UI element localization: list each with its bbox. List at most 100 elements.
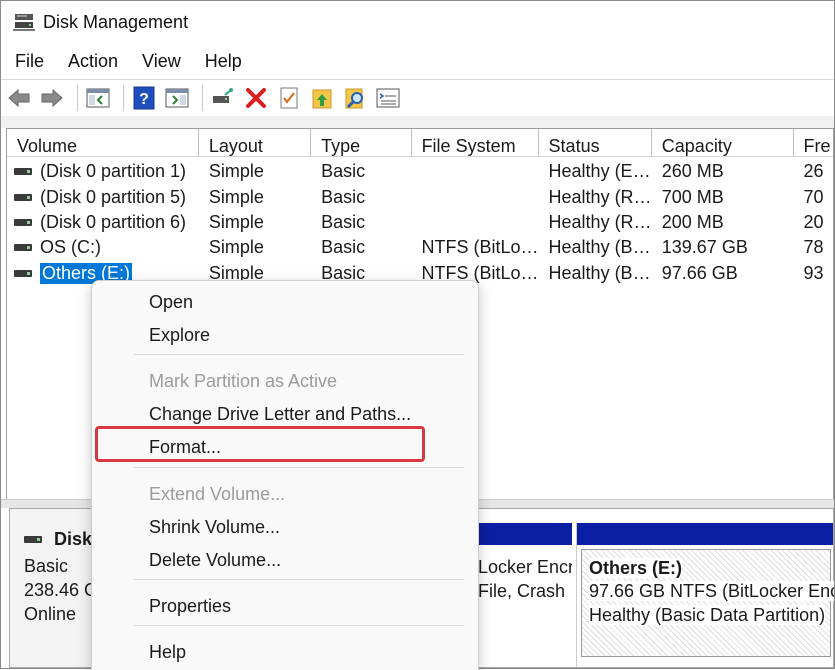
column-header-volume[interactable]: Volume [7,129,199,157]
partition-title: Others (E:) [589,558,683,578]
menu-separator [134,625,464,626]
column-header-free-space[interactable]: Fre [793,129,833,157]
menu-separator [134,579,464,580]
free-space-cell: 78 [803,237,824,258]
file-system-cell: NTFS (BitLo… [421,237,539,258]
capacity-cell: 200 MB [661,211,724,232]
up-folder-icon [312,89,332,109]
disk-icon [24,536,42,543]
delete-button[interactable] [242,84,270,112]
forward-button[interactable] [38,84,66,112]
table-body: (Disk 0 partition 1) Simple Basic Health… [7,159,833,286]
format-highlight-annotation [95,426,425,462]
menu-item-change-drive-letter[interactable]: Change Drive Letter and Paths... [149,404,411,425]
free-space-cell: 26 [803,161,824,182]
status-cell: Healthy (R… [548,211,652,232]
layout-cell: Simple [208,211,264,232]
back-arrow-icon [8,88,30,108]
forward-arrow-icon [41,88,63,108]
menu-item-mark-partition-active: Mark Partition as Active [149,371,338,391]
menu-item-open[interactable]: Open [149,292,193,313]
menu-separator [134,354,464,355]
show-hide-action-pane-button[interactable] [163,84,191,112]
layout-cell: Simple [208,186,264,207]
layout-cell: Simple [208,161,264,182]
menu-item-shrink-volume[interactable]: Shrink Volume... [149,517,280,538]
type-cell: Basic [321,237,366,258]
status-cell: Healthy (B… [548,237,651,258]
column-header-layout[interactable]: Layout [198,129,312,157]
volume-name: (Disk 0 partition 1) [40,161,187,182]
menu-item-properties[interactable]: Properties [149,596,231,617]
status-cell: Healthy (R… [548,186,652,207]
properties-icon [280,87,298,109]
volume-name: OS (C:) [40,237,101,258]
type-cell: Basic [321,211,366,232]
toolbar-separator [123,85,124,111]
column-header-capacity[interactable]: Capacity [651,129,794,157]
volume-disk-icon [14,168,32,176]
partition-others-e[interactable]: Others (E:) 97.66 GB NTFS (BitLocker Enc… [576,523,834,667]
settings-list-icon [376,88,400,108]
toolbar-separator [202,85,203,111]
volume-name: (Disk 0 partition 5) [40,186,187,207]
capacity-cell: 700 MB [661,186,724,207]
back-button[interactable] [5,84,33,112]
free-space-cell: 70 [803,186,824,207]
console-tree-icon [86,88,110,108]
table-header: Volume Layout Type File System Status Ca… [7,129,833,157]
connect-drive-icon [213,88,233,103]
table-row[interactable]: OS (C:) Simple Basic NTFS (BitLo… Health… [7,235,833,260]
menu-help[interactable]: Help [193,51,254,72]
free-space-cell: 20 [803,211,824,232]
partition-size-fs: 97.66 GB NTFS (BitLocker Encr [589,581,834,601]
disk-size: 238.46 G [24,580,99,600]
help-button[interactable]: ? [130,84,158,112]
volume-name: (Disk 0 partition 6) [40,211,187,232]
partition-selected-box: Others (E:) 97.66 GB NTFS (BitLocker Enc… [581,549,834,657]
column-header-status[interactable]: Status [538,129,652,157]
properties-button[interactable] [275,84,303,112]
table-row[interactable]: (Disk 0 partition 6) Simple Basic Health… [7,210,833,235]
table-row[interactable]: (Disk 0 partition 5) Simple Basic Health… [7,184,833,209]
menu-item-delete-volume[interactable]: Delete Volume... [149,550,281,571]
volume-disk-icon [14,244,32,252]
partition-detail-line: Locker Encr [478,557,572,577]
menu-item-help[interactable]: Help [149,642,186,663]
delete-icon [246,88,266,108]
menu-item-explore[interactable]: Explore [149,325,210,346]
window-title: Disk Management [43,11,189,32]
connect-drive-button[interactable] [209,84,237,112]
column-header-file-system[interactable]: File System [411,129,539,157]
menu-view[interactable]: View [130,51,193,72]
partition-bar [577,523,833,545]
column-header-type[interactable]: Type [311,129,412,157]
settings-list-button[interactable] [374,84,402,112]
volume-disk-icon [14,269,32,277]
menu-action[interactable]: Action [56,51,130,72]
svg-text:?: ? [139,91,149,108]
menu-item-extend-volume: Extend Volume... [149,484,286,504]
status-cell: Healthy (B… [548,262,651,283]
partition-detail-line: File, Crash [478,581,566,601]
help-icon: ? [133,86,155,110]
search-icon [345,88,363,109]
table-row[interactable]: (Disk 0 partition 1) Simple Basic Health… [7,159,833,184]
disk-type: Basic [24,556,69,576]
volume-disk-icon [14,218,32,226]
capacity-cell: 97.66 GB [661,262,738,283]
show-hide-console-tree-button[interactable] [84,84,112,112]
partition-os[interactable]: Locker Encr File, Crash [472,523,572,667]
context-menu: Open Explore Mark Partition as Active Ch… [91,280,479,670]
partition-bar [472,523,572,545]
volume-disk-icon [14,193,32,201]
disk-name: Disk [54,529,93,549]
capacity-cell: 139.67 GB [661,237,748,258]
pane-gap [1,116,834,128]
menu-file[interactable]: File [1,51,56,72]
menu-bar: File Action View Help [1,45,254,77]
free-space-cell: 93 [803,262,824,283]
up-one-level-button[interactable] [308,84,336,112]
type-cell: Basic [321,186,366,207]
find-button[interactable] [341,84,369,112]
